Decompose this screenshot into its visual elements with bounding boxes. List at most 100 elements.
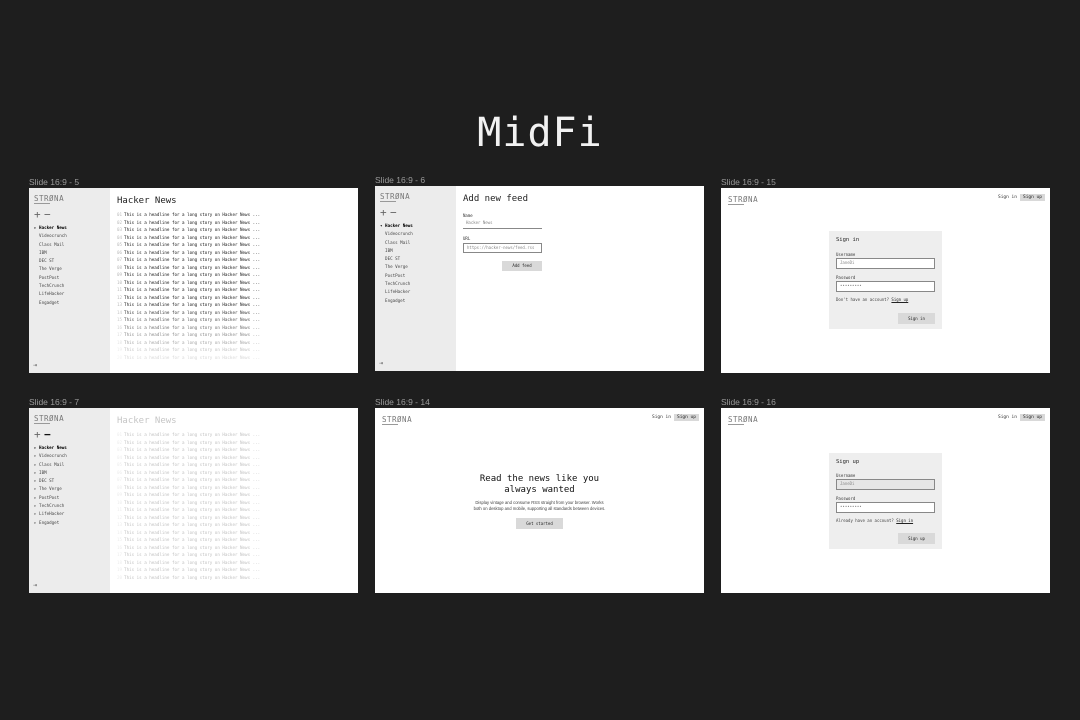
logout-icon[interactable]: ⇥ <box>33 361 37 369</box>
plus-icon[interactable]: + <box>380 206 387 219</box>
headline-text: This is a headline for a long story on H… <box>124 507 261 512</box>
sign-in-link[interactable]: Sign in <box>896 518 913 523</box>
headline-row[interactable]: 11 This is a headline for a long story on… <box>117 506 260 514</box>
username-input[interactable]: JaneDi <box>836 479 935 490</box>
url-input[interactable]: https://hacker-news/feed.rss <box>463 243 542 253</box>
password-input[interactable]: ••••••••• <box>836 502 935 513</box>
name-input[interactable]: Hacker News <box>463 219 542 229</box>
add-feed-button[interactable]: Add feed <box>502 261 542 271</box>
headline-row[interactable]: 20 This is a headline for a long story on… <box>117 574 260 582</box>
headline-row[interactable]: 05 This is a headline for a long story on… <box>117 241 260 249</box>
headline-row[interactable]: 18 This is a headline for a long story on… <box>117 339 260 347</box>
sidebar-feed-item[interactable]: IBM <box>380 247 413 255</box>
plus-icon[interactable]: + <box>34 208 41 221</box>
sidebar-feed-item[interactable]: Class Mail <box>34 241 67 249</box>
sidebar-feed-item[interactable]: DEC ST <box>34 257 67 265</box>
password-input[interactable]: ••••••••• <box>836 281 935 292</box>
headline-row[interactable]: 02 This is a headline for a long story on… <box>117 219 260 227</box>
slide-label: Slide 16:9 - 16 <box>721 397 776 407</box>
sidebar-feed-item[interactable]: Videocrunch <box>34 232 67 240</box>
sidebar-feed-item[interactable]: ▸ LifeHacker <box>34 510 67 518</box>
sidebar-feed-item[interactable]: TechCrunch <box>34 282 67 290</box>
nav-sign-up-button[interactable]: Sign up <box>1020 414 1045 421</box>
username-input[interactable]: JaneDi <box>836 258 935 269</box>
sign-up-button[interactable]: Sign up <box>898 533 935 544</box>
sidebar-feed-item[interactable]: Videocrunch <box>380 230 413 238</box>
headline-row[interactable]: 04 This is a headline for a long story on… <box>117 234 260 242</box>
headline-row[interactable]: 09 This is a headline for a long story on… <box>117 491 260 499</box>
headline-row[interactable]: 14 This is a headline for a long story on… <box>117 529 260 537</box>
sidebar-feed-item[interactable]: The Verge <box>34 265 67 273</box>
headline-row[interactable]: 17 This is a headline for a long story on… <box>117 551 260 559</box>
headline-row[interactable]: 13 This is a headline for a long story on… <box>117 521 260 529</box>
headline-row[interactable]: 08 This is a headline for a long story on… <box>117 484 260 492</box>
sidebar-feed-item[interactable]: LifeHacker <box>34 290 67 298</box>
sidebar-feed-item[interactable]: PostPost <box>34 274 67 282</box>
minus-icon[interactable]: − <box>44 208 51 221</box>
logout-icon[interactable]: ⇥ <box>379 359 383 367</box>
plus-icon[interactable]: + <box>34 428 41 441</box>
sidebar-feed-item[interactable]: LifeHacker <box>380 288 413 296</box>
sidebar-feed-item[interactable]: ▸ TechCrunch <box>34 502 67 510</box>
sidebar-feed-item[interactable]: ▸ IBM <box>34 469 67 477</box>
sidebar-feed-item[interactable]: Class Mail <box>380 239 413 247</box>
sidebar-feed-item[interactable]: DEC ST <box>380 255 413 263</box>
nav-sign-in[interactable]: Sign in <box>998 415 1017 420</box>
sidebar-feed-item[interactable]: The Verge <box>380 263 413 271</box>
slide-hacker-news-list: STRØNA + − ▸ Hacker News Videocrunch Cla… <box>29 188 358 373</box>
sidebar-feed-item[interactable]: ▸ PostPost <box>34 494 67 502</box>
headline-row[interactable]: 12 This is a headline for a long story on… <box>117 294 260 302</box>
sidebar-feed-item[interactable]: ▸ Hacker News <box>34 224 67 232</box>
headline-row[interactable]: 11 This is a headline for a long story on… <box>117 286 260 294</box>
headline-row[interactable]: 07 This is a headline for a long story on… <box>117 476 260 484</box>
headline-row[interactable]: 19 This is a headline for a long story on… <box>117 346 260 354</box>
sign-in-button[interactable]: Sign in <box>898 313 935 324</box>
headline-row[interactable]: 08 This is a headline for a long story on… <box>117 264 260 272</box>
headline-row[interactable]: 12 This is a headline for a long story on… <box>117 514 260 522</box>
headline-row[interactable]: 01 This is a headline for a long story on… <box>117 211 260 219</box>
nav-sign-up-button[interactable]: Sign up <box>1020 194 1045 201</box>
logout-icon[interactable]: ⇥ <box>33 581 37 589</box>
sidebar-feed-item[interactable]: Engadget <box>380 297 413 305</box>
sidebar-feed-item[interactable]: ▸ Videocrunch <box>34 452 67 460</box>
sidebar-feed-item[interactable]: PostPost <box>380 272 413 280</box>
headline-row[interactable]: 06 This is a headline for a long story on… <box>117 249 260 257</box>
headline-row[interactable]: 05 This is a headline for a long story on… <box>117 461 260 469</box>
nav-sign-in[interactable]: Sign in <box>652 415 671 420</box>
headline-row[interactable]: 02 This is a headline for a long story on… <box>117 439 260 447</box>
nav-sign-in[interactable]: Sign in <box>998 195 1017 200</box>
headline-row[interactable]: 01 This is a headline for a long story on… <box>117 431 260 439</box>
headline-row[interactable]: 07 This is a headline for a long story on… <box>117 256 260 264</box>
sidebar-feed-item[interactable]: ▸ Engadget <box>34 519 67 527</box>
get-started-button[interactable]: Get started <box>516 518 563 529</box>
headline-row[interactable]: 04 This is a headline for a long story on… <box>117 454 260 462</box>
headline-row[interactable]: 10 This is a headline for a long story on… <box>117 499 260 507</box>
minus-icon[interactable]: − <box>44 428 51 441</box>
headline-row[interactable]: 10 This is a headline for a long story on… <box>117 279 260 287</box>
sign-up-link[interactable]: Sign up <box>891 297 908 302</box>
headline-row[interactable]: 14 This is a headline for a long story on… <box>117 309 260 317</box>
nav-sign-up-button[interactable]: Sign up <box>674 414 699 421</box>
headline-row[interactable]: 03 This is a headline for a long story on… <box>117 226 260 234</box>
headline-row[interactable]: 09 This is a headline for a long story on… <box>117 271 260 279</box>
headline-row[interactable]: 19 This is a headline for a long story on… <box>117 566 260 574</box>
headline-row[interactable]: 15 This is a headline for a long story on… <box>117 536 260 544</box>
sidebar-feed-item[interactable]: ▸ The Verge <box>34 485 67 493</box>
headline-row[interactable]: 13 This is a headline for a long story on… <box>117 301 260 309</box>
sidebar-feed-item[interactable]: TechCrunch <box>380 280 413 288</box>
sidebar-feed-item[interactable]: ▸ DEC ST <box>34 477 67 485</box>
headline-row[interactable]: 03 This is a headline for a long story on… <box>117 446 260 454</box>
headline-row[interactable]: 18 This is a headline for a long story on… <box>117 559 260 567</box>
headline-row[interactable]: 16 This is a headline for a long story on… <box>117 544 260 552</box>
headline-row[interactable]: 06 This is a headline for a long story on… <box>117 469 260 477</box>
headline-row[interactable]: 17 This is a headline for a long story on… <box>117 331 260 339</box>
sidebar-feed-item[interactable]: IBM <box>34 249 67 257</box>
headline-row[interactable]: 16 This is a headline for a long story on… <box>117 324 260 332</box>
sidebar-feed-item[interactable]: ▸ Hacker News <box>34 444 67 452</box>
headline-row[interactable]: 20 This is a headline for a long story on… <box>117 354 260 362</box>
sidebar-feed-item[interactable]: ▸ Class Mail <box>34 461 67 469</box>
sidebar-feed-item[interactable]: ▾ Hacker News <box>380 222 413 230</box>
minus-icon[interactable]: − <box>390 206 397 219</box>
headline-row[interactable]: 15 This is a headline for a long story on… <box>117 316 260 324</box>
sidebar-feed-item[interactable]: Engadget <box>34 299 67 307</box>
